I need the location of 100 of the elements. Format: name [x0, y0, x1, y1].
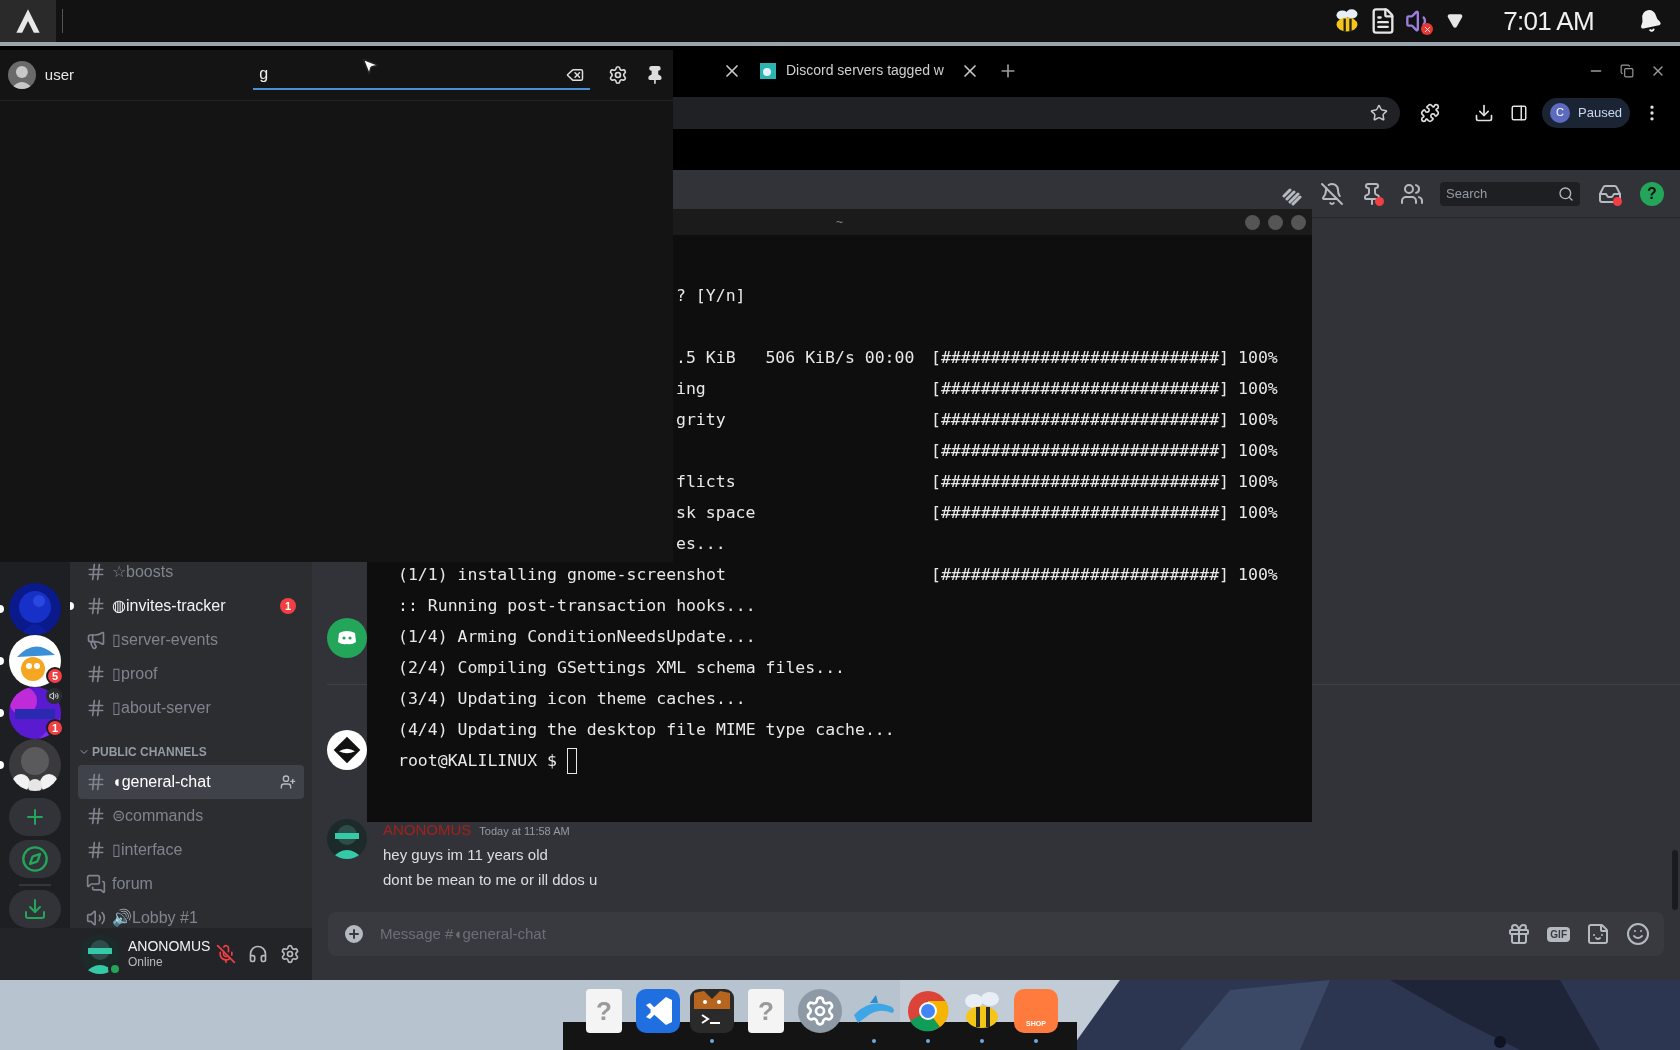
gif-button[interactable]: GIF	[1547, 926, 1570, 942]
terminal-line: (1/4) Arming ConditionNeedsUpdate...	[398, 627, 756, 646]
hash-icon	[86, 698, 106, 718]
user-status: Online	[128, 955, 164, 971]
download-icon	[23, 896, 47, 921]
channel-item[interactable]: ⊜commands	[78, 799, 304, 833]
terminal-icon[interactable]	[690, 989, 734, 1033]
members-icon[interactable]	[1400, 181, 1424, 206]
add-server-button[interactable]	[9, 798, 61, 837]
file-icon[interactable]: ?	[586, 989, 622, 1033]
mention-badge: 1	[46, 719, 64, 737]
progress-bar-text: [############################]	[931, 378, 1229, 400]
avatar	[80, 934, 120, 974]
compass-icon	[21, 845, 49, 874]
message-composer[interactable]: Message #◖general-chat GIF	[328, 912, 1664, 956]
invite-icon[interactable]	[280, 774, 296, 790]
explore-button[interactable]	[9, 840, 61, 879]
browser-icon[interactable]	[906, 989, 950, 1033]
file-icon[interactable]: ?	[748, 989, 784, 1033]
terminal-line: flicts	[676, 472, 736, 491]
terminal-line: (2/4) Compiling GSettings XML schema files...	[398, 658, 846, 677]
settings-icon[interactable]	[280, 944, 300, 964]
gift-icon[interactable]	[1507, 922, 1532, 946]
channel-item[interactable]: ▯proof	[78, 657, 304, 691]
side-panel-icon[interactable]	[1510, 103, 1528, 122]
forum-icon	[86, 874, 106, 894]
user-name: user	[44, 64, 75, 85]
window-title: ~	[836, 214, 843, 231]
progress-bar-text: [############################]	[931, 440, 1229, 462]
channel-item[interactable]: ▯about-server	[78, 691, 304, 725]
server-icon[interactable]	[9, 635, 61, 687]
terminal-line: sk space	[676, 503, 756, 522]
dropdown-icon[interactable]	[1447, 13, 1464, 29]
progress-percent: 100%	[1238, 471, 1278, 493]
terminal-line: grity	[676, 410, 726, 429]
progress-bar-text: [############################]	[931, 409, 1229, 431]
channel-item[interactable]: ▯interface	[78, 833, 304, 867]
hash-icon	[86, 772, 106, 792]
favicon-icon	[760, 62, 776, 79]
message-text: hey guys im 11 years old	[383, 844, 549, 865]
channel-category[interactable]: PUBLIC CHANNELS	[78, 725, 304, 765]
terminal-line: (3/4) Updating icon theme caches...	[398, 689, 746, 708]
avatar	[327, 819, 367, 859]
channel-item[interactable]: ◖general-chat	[78, 765, 304, 799]
progress-percent: 100%	[1238, 440, 1278, 462]
extensions-icon[interactable]	[1420, 102, 1440, 123]
muted-bell-icon[interactable]	[1320, 181, 1344, 206]
muted-microphone-icon[interactable]	[216, 944, 236, 964]
hash-icon	[86, 840, 106, 860]
hash-icon	[86, 806, 106, 826]
message-time: Today at 11:58 AM	[479, 824, 570, 839]
download-apps-button[interactable]	[9, 889, 61, 928]
terminal-line: ? [Y/n]	[676, 286, 746, 305]
sticker-icon[interactable]	[1586, 922, 1610, 946]
channel-item[interactable]: ▯server-events	[78, 623, 304, 657]
logo-icon	[14, 7, 42, 35]
profile-avatar: C	[1550, 102, 1570, 123]
hash-icon	[86, 562, 106, 582]
terminal-prompt: root@KALILINUX $	[398, 750, 557, 772]
help-button[interactable]: ?	[1640, 181, 1664, 206]
restore-icon[interactable]	[1620, 63, 1634, 78]
bookmark-star-icon[interactable]	[1370, 103, 1388, 122]
browser-tab[interactable]: Discord servers tagged w	[754, 53, 950, 88]
terminal-line: .5 KiB 506 KiB/s 00:00	[676, 348, 915, 367]
hash-icon	[86, 596, 106, 616]
emoji-icon[interactable]	[1626, 922, 1650, 946]
server-icon[interactable]	[9, 739, 61, 791]
headphones-icon[interactable]	[248, 944, 268, 964]
progress-percent: 100%	[1238, 409, 1278, 431]
mention-badge: 5	[46, 667, 64, 685]
channel-item[interactable]: ◍invites-tracker 1	[78, 589, 304, 623]
progress-bar-text: [############################]	[931, 471, 1229, 493]
profile-button[interactable]: C Paused	[1542, 97, 1631, 128]
message-placeholder: Message #◖general-chat	[380, 923, 547, 944]
settings-icon[interactable]	[608, 65, 629, 85]
mouse-cursor-icon	[360, 56, 380, 76]
terminal-line: es...	[676, 534, 726, 553]
unread-indicator	[70, 602, 74, 610]
terminal-line: ing	[676, 379, 706, 398]
terminal-line: :: Running post-transaction hooks...	[398, 596, 756, 615]
progress-bar-text: [############################]	[931, 564, 1229, 586]
megaphone-icon	[86, 630, 106, 650]
scrollbar-thumb	[1672, 850, 1678, 910]
launcher-button[interactable]	[0, 0, 56, 42]
profile-status: Paused	[1578, 103, 1623, 122]
terminal-line: (1/1) installing gnome-screenshot	[398, 565, 726, 584]
clear-icon[interactable]	[566, 66, 585, 84]
progress-bar-text: [############################]	[931, 502, 1229, 524]
progress-percent: 100%	[1238, 564, 1278, 586]
channel-item[interactable]: forum	[78, 867, 304, 901]
avatar	[327, 618, 367, 658]
channel-item[interactable]: 🔊Lobby #1	[78, 901, 304, 928]
code-editor-icon[interactable]	[636, 989, 680, 1033]
download-icon[interactable]	[1474, 102, 1494, 123]
add-attachment-icon[interactable]	[342, 922, 366, 946]
text-cursor	[566, 747, 577, 774]
search-field[interactable]: Search	[1440, 181, 1580, 206]
progress-percent: 100%	[1238, 347, 1278, 369]
user-avatar	[8, 61, 36, 89]
mention-badge: 1	[280, 598, 296, 614]
